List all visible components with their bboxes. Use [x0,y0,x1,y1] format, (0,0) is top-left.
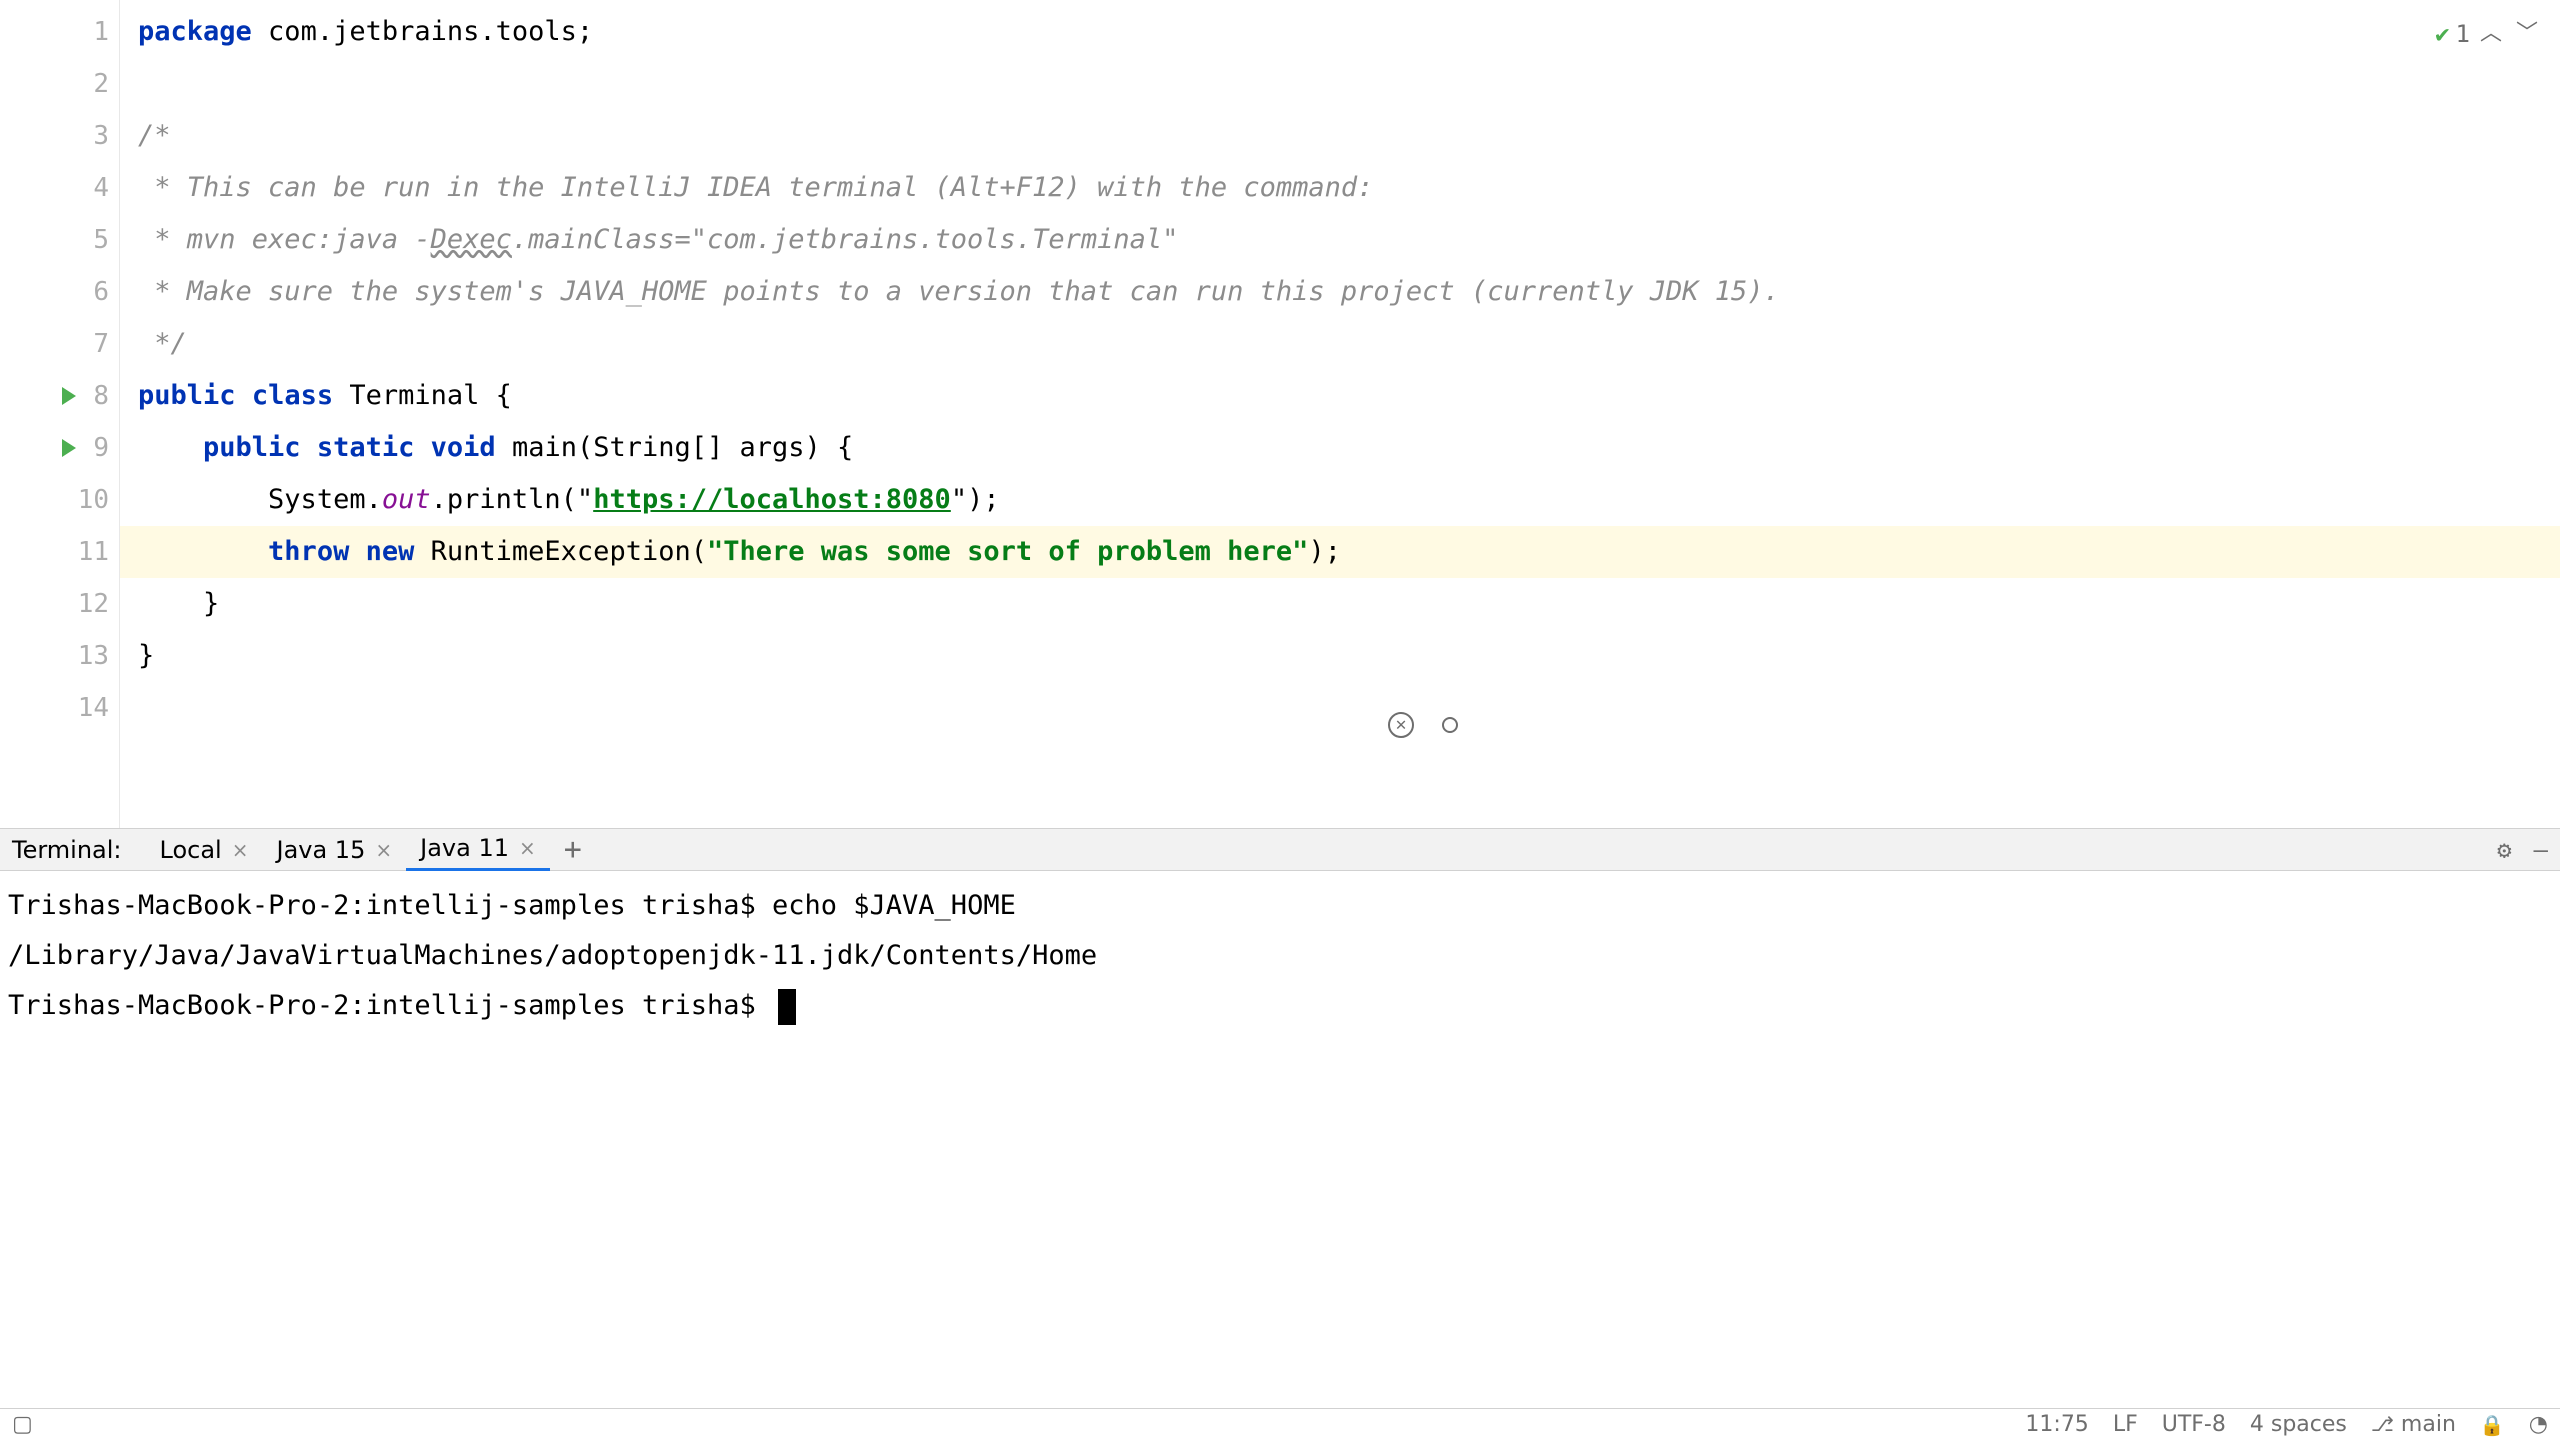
inspection-count: 1 [2456,8,2470,60]
goto-icon[interactable]: ◔ [2529,1412,2548,1437]
line-number: 10 [78,485,109,515]
terminal-tab-java15[interactable]: Java 15 × [262,830,406,870]
terminal-panel: Terminal: Local × Java 15 × Java 11 × + … [0,828,2560,1408]
lock-icon[interactable]: 🔒 [2480,1413,2505,1437]
gear-icon[interactable]: ⚙ [2497,836,2511,864]
url-link[interactable]: https://localhost:8080 [593,484,951,515]
add-terminal-tab-button[interactable]: + [550,832,596,867]
run-gutter-icon[interactable] [62,387,76,405]
editor-area: 1 2 3 4 5 6 7 8 9 10 11 12 13 14 package… [0,0,2560,828]
line-ending[interactable]: LF [2113,1412,2138,1437]
close-circle-icon[interactable]: ✕ [1388,712,1414,738]
terminal-header: Terminal: Local × Java 15 × Java 11 × + … [0,829,2560,871]
terminal-line: Trishas-MacBook-Pro-2:intellij-samples t… [8,881,2552,931]
line-number: 7 [93,329,109,359]
line-number: 14 [78,693,109,723]
terminal-tab-local[interactable]: Local × [146,830,263,870]
line-number: 9 [93,433,109,463]
inspection-widget[interactable]: ✔ 1 ︿ ﹀ [2435,8,2542,60]
terminal-content[interactable]: Trishas-MacBook-Pro-2:intellij-samples t… [0,871,2560,1408]
line-number: 1 [93,17,109,47]
line-number: 6 [93,277,109,307]
inspection-next-icon[interactable]: ﹀ [2512,8,2542,60]
line-number: 3 [93,121,109,151]
line-number: 12 [78,589,109,619]
close-icon[interactable]: × [232,838,249,862]
inspection-prev-icon[interactable]: ︿ [2476,8,2506,60]
terminal-tab-java11[interactable]: Java 11 × [406,828,550,871]
status-bar: ▢ 11:75 LF UTF-8 4 spaces ⎇ main 🔒 ◔ [0,1408,2560,1440]
run-gutter-icon[interactable] [62,439,76,457]
branch-icon: ⎇ [2371,1412,2394,1436]
tool-window-icon[interactable]: ▢ [12,1412,33,1437]
minimize-icon[interactable]: — [2534,836,2548,864]
encoding[interactable]: UTF-8 [2162,1412,2226,1437]
gutter: 1 2 3 4 5 6 7 8 9 10 11 12 13 14 [0,0,120,828]
close-icon[interactable]: × [375,838,392,862]
line-number: 13 [78,641,109,671]
terminal-line: /Library/Java/JavaVirtualMachines/adopto… [8,931,2552,981]
close-icon[interactable]: × [519,836,536,860]
cursor-position[interactable]: 11:75 [2025,1412,2088,1437]
line-number: 4 [93,173,109,203]
line-number: 2 [93,69,109,99]
line-number: 8 [93,381,109,411]
check-icon: ✔ [2435,8,2449,60]
git-branch[interactable]: ⎇ main [2371,1412,2456,1437]
code-editor[interactable]: package com.jetbrains.tools; /* * This c… [120,0,2560,828]
terminal-cursor [778,989,796,1025]
line-number: 11 [78,537,109,567]
terminal-line: Trishas-MacBook-Pro-2:intellij-samples t… [8,981,2552,1031]
terminal-label: Terminal: [12,836,122,864]
circle-icon[interactable] [1442,717,1458,733]
floating-controls: ✕ [1388,712,1458,738]
indent-setting[interactable]: 4 spaces [2250,1412,2347,1437]
line-number: 5 [93,225,109,255]
